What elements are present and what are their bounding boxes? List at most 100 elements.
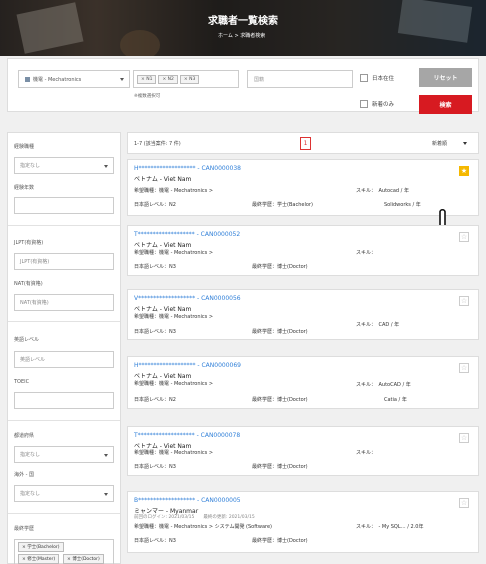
divider xyxy=(8,420,120,421)
chevron-down-icon xyxy=(120,78,124,81)
candidate-hope: 希望職種：機電 - Mechatronics > xyxy=(134,381,214,387)
candidate-skill: スキル： xyxy=(356,250,377,256)
candidate-education: 最終学歴：博士(Doctor) xyxy=(252,538,308,544)
star-icon[interactable]: ☆ xyxy=(459,433,469,443)
candidate-card[interactable]: H******************* - CAN0000038 ベトナム -… xyxy=(127,159,479,254)
nat-input[interactable]: NAT(有資格) xyxy=(14,294,114,311)
level-chip[interactable]: × N3 xyxy=(179,74,200,84)
search-panel: 機電 - Mechatronics × N1 × N2 × N3 ※複数選択可 … xyxy=(7,58,479,114)
country-input[interactable]: 国籍 xyxy=(247,70,353,88)
candidate-skill: スキル： AutoCAD / 年 xyxy=(356,382,411,388)
new-only-checkbox[interactable]: 新着のみ xyxy=(360,100,394,108)
chevron-down-icon xyxy=(104,493,108,496)
job-type-value: 指定なし xyxy=(20,163,41,169)
hero-overlay xyxy=(0,0,486,56)
divider xyxy=(8,513,120,514)
candidate-education: 最終学歴：博士(Doctor) xyxy=(252,397,308,403)
star-icon[interactable]: ☆ xyxy=(459,363,469,373)
toeic-label: TOEIC xyxy=(14,379,30,385)
candidate-skill: スキル： - My SQL… / 2.0年 xyxy=(356,524,424,530)
years-input[interactable] xyxy=(14,197,114,214)
level-chip[interactable]: × N2 xyxy=(158,74,178,84)
breadcrumb[interactable]: ホーム > 求職者検索 xyxy=(218,32,265,39)
star-icon[interactable]: ☆ xyxy=(459,296,469,306)
education-chip[interactable]: × 学士(Bachelor) xyxy=(18,542,64,552)
level-note: ※複数選択可 xyxy=(134,94,161,99)
candidate-jp-level: 日本語レベル：N2 xyxy=(134,397,176,403)
prefecture-label: 都道府県 xyxy=(14,433,35,439)
overseas-label: 海外 - 国 xyxy=(14,472,34,478)
prefecture-value: 指定なし xyxy=(20,452,41,458)
candidate-skill-2: Catia / 年 xyxy=(384,397,407,403)
page-title: 求職者一覧検索 xyxy=(208,16,278,27)
star-icon[interactable]: ★ xyxy=(459,166,469,176)
nat-label: NAT(有資格) xyxy=(14,281,43,287)
prefecture-select[interactable]: 指定なし xyxy=(14,446,114,463)
japan-resident-checkbox[interactable]: 日本在住 xyxy=(360,74,394,82)
result-count: 1-7 (該当案件: 7 件) xyxy=(134,141,181,147)
star-icon[interactable]: ☆ xyxy=(459,498,469,508)
candidate-jp-level: 日本語レベル：N3 xyxy=(134,538,176,544)
candidate-jp-level: 日本語レベル：N3 xyxy=(134,264,176,270)
chevron-down-icon[interactable] xyxy=(463,142,467,145)
candidate-jp-level: 日本語レベル：N3 xyxy=(134,464,176,470)
candidate-skill-2: Solidworks / 年 xyxy=(384,202,421,208)
education-chip[interactable]: × 博士(Doctor) xyxy=(63,554,104,564)
candidate-card[interactable]: B******************* - CAN0000005 ミャンマー … xyxy=(127,491,479,553)
candidate-education: 最終学歴：学士(Bachelor) xyxy=(252,202,313,208)
candidate-country: ベトナム - Viet Nam xyxy=(134,373,192,380)
new-only-label: 新着のみ xyxy=(372,102,395,108)
sort-select[interactable]: 新着順 xyxy=(432,140,447,147)
candidate-education: 最終学歴：博士(Doctor) xyxy=(252,264,308,270)
years-label: 経験年数 xyxy=(14,185,35,191)
candidate-hope: 希望職種：機電 - Mechatronics > xyxy=(134,250,214,256)
checkbox-box[interactable] xyxy=(360,74,368,82)
star-icon[interactable]: ☆ xyxy=(459,232,469,242)
english-label: 英語レベル xyxy=(14,337,40,343)
category-select[interactable]: 機電 - Mechatronics xyxy=(18,70,130,88)
candidate-card[interactable]: T******************* - CAN0000078 ベトナム -… xyxy=(127,426,479,476)
overseas-select[interactable]: 指定なし xyxy=(14,485,114,502)
education-multiselect[interactable]: × 学士(Bachelor) × 修士(Master) × 博士(Doctor) xyxy=(14,539,114,564)
job-type-select[interactable]: 指定なし xyxy=(14,157,114,174)
candidate-name-link[interactable]: T******************* - CAN0000078 xyxy=(134,432,240,439)
reset-button[interactable]: リセット xyxy=(419,68,472,87)
education-label: 最終学歴 xyxy=(14,526,35,532)
candidate-country: ベトナム - Viet Nam xyxy=(134,306,192,313)
candidate-name-link[interactable]: T******************* - CAN0000052 xyxy=(134,231,240,238)
candidate-hope: 希望職種：機電 - Mechatronics > システム開発 (Softwar… xyxy=(134,524,272,530)
candidate-country: ベトナム - Viet Nam xyxy=(134,176,192,183)
candidate-login-meta: 前回のログイン: 2021/03/15 最終の更新: 2021/03/15 xyxy=(134,515,255,520)
candidate-jp-level: 日本語レベル：N2 xyxy=(134,202,176,208)
candidate-name-link[interactable]: H******************* - CAN0000038 xyxy=(134,165,241,172)
candidate-card[interactable]: H******************* - CAN0000069 ベトナム -… xyxy=(127,356,479,409)
pagination-page-1[interactable]: 1 xyxy=(300,137,311,150)
education-chip[interactable]: × 修士(Master) xyxy=(18,554,60,564)
search-button[interactable]: 検索 xyxy=(419,95,472,114)
jlpt-label: JLPT(有資格) xyxy=(14,240,44,246)
chevron-down-icon xyxy=(104,165,108,168)
category-select-value: 機電 - Mechatronics xyxy=(33,76,82,83)
jlpt-input[interactable]: JLPT(有資格) xyxy=(14,253,114,270)
candidate-name-link[interactable]: V******************* - CAN0000056 xyxy=(134,295,241,302)
candidate-hope: 希望職種：機電 - Mechatronics > xyxy=(134,450,214,456)
candidate-education: 最終学歴：博士(Doctor) xyxy=(252,464,308,470)
checkbox-box[interactable] xyxy=(360,100,368,108)
english-placeholder: 英語レベル xyxy=(20,357,46,363)
jlpt-placeholder: JLPT(有資格) xyxy=(20,259,50,265)
candidate-name-link[interactable]: H******************* - CAN0000069 xyxy=(134,362,241,369)
english-input[interactable]: 英語レベル xyxy=(14,351,114,368)
candidate-card[interactable]: V******************* - CAN0000056 ベトナム -… xyxy=(127,289,479,340)
candidate-card[interactable]: T******************* - CAN0000052 ベトナム -… xyxy=(127,225,479,276)
divider xyxy=(8,225,120,226)
candidate-education: 最終学歴：博士(Doctor) xyxy=(252,329,308,335)
filter-sidebar: 経験職種 指定なし 経験年数 JLPT(有資格) JLPT(有資格) NAT(有… xyxy=(7,132,121,564)
results-panel: 1-7 (該当案件: 7 件) 1 新着順 H*****************… xyxy=(127,132,479,564)
level-chip[interactable]: × N1 xyxy=(137,74,157,84)
candidate-skill: スキル： xyxy=(356,450,377,456)
toeic-input[interactable] xyxy=(14,392,114,409)
candidate-skill: スキル： Autocad / 年 xyxy=(356,188,409,194)
jlpt-level-multiselect[interactable]: × N1 × N2 × N3 xyxy=(133,70,239,88)
candidate-name-link[interactable]: B******************* - CAN0000005 xyxy=(134,497,241,504)
overseas-value: 指定なし xyxy=(20,491,41,497)
